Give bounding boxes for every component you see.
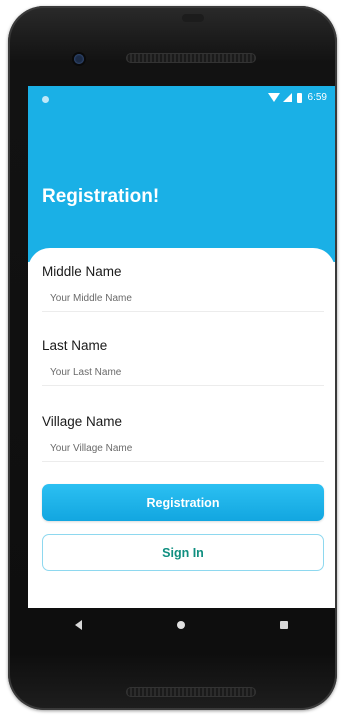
bottom-speaker (126, 687, 256, 697)
wifi-icon (267, 93, 280, 102)
registration-button[interactable]: Registration (42, 484, 324, 521)
top-notch (182, 14, 204, 22)
app-screen: 6:59 Registration! Middle Name Last Name… (28, 86, 335, 608)
status-bar: 6:59 (28, 86, 335, 112)
sign-in-button[interactable]: Sign In (42, 534, 324, 571)
system-nav-bar (28, 608, 335, 642)
middle-name-input[interactable] (42, 286, 324, 312)
form-card: Middle Name Last Name Village Name Regis… (28, 248, 335, 608)
recents-icon[interactable] (279, 621, 288, 629)
header: Registration! (28, 112, 335, 262)
signal-icon (282, 93, 292, 102)
battery-icon (296, 92, 302, 103)
notification-icon (42, 96, 49, 103)
front-camera (74, 54, 84, 64)
status-icons: 6:59 (267, 92, 327, 103)
last-name-input[interactable] (42, 360, 324, 386)
village-name-input[interactable] (42, 436, 324, 462)
village-name-label: Village Name (42, 414, 123, 429)
middle-name-label: Middle Name (42, 264, 122, 279)
status-time: 6:59 (307, 92, 327, 103)
last-name-label: Last Name (42, 338, 108, 353)
page-title: Registration! (42, 186, 160, 207)
back-icon[interactable] (75, 620, 83, 630)
home-icon[interactable] (176, 621, 185, 629)
earpiece-speaker (126, 53, 256, 63)
